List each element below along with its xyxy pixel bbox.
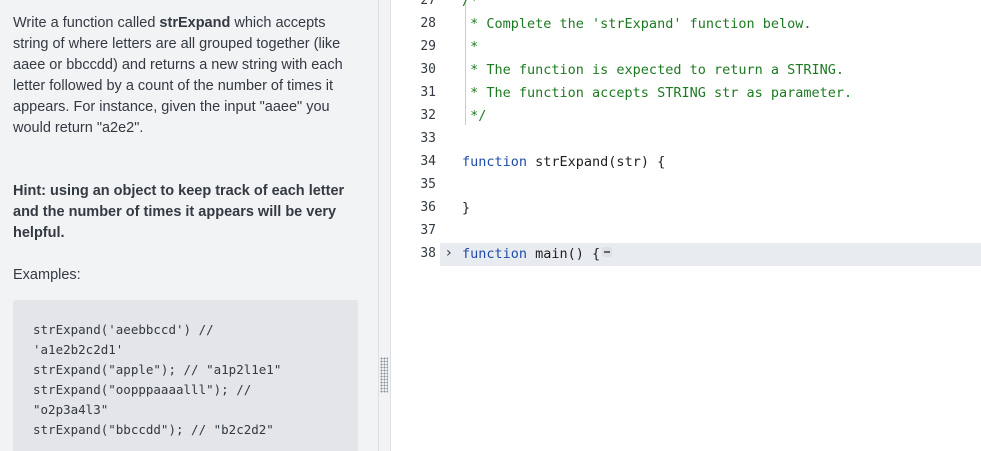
drag-handle-icon[interactable]	[380, 357, 388, 393]
code-line[interactable]: 28 * Complete the 'strExpand' function b…	[391, 13, 981, 36]
code-text: */	[462, 108, 487, 124]
line-number: 31	[420, 85, 436, 100]
description-text-continued: which accepts string of where letters ar…	[13, 15, 343, 136]
code-text: * The function accepts STRING str as par…	[462, 85, 853, 101]
code-line[interactable]: 37	[391, 220, 981, 243]
line-number: 34	[420, 154, 436, 169]
problem-description: Write a function called strExpand which …	[13, 13, 363, 139]
examples-code-block: strExpand('aeebbccd') // 'a1e2b2c2d1' st…	[13, 300, 358, 451]
line-number: 28	[420, 16, 436, 31]
keyword: function	[462, 246, 528, 262]
code-line[interactable]: 32 */	[391, 105, 981, 128]
code-text: * The function is expected to return a S…	[462, 62, 845, 78]
code-line[interactable]: 34 function strExpand(str) {	[391, 151, 981, 174]
example-line: strExpand('aeebbccd') //	[33, 322, 214, 337]
hint-text: Hint: using an object to keep track of e…	[13, 183, 345, 241]
example-line: strExpand("apple"); // "a1p2l1e1"	[33, 362, 282, 377]
line-number: 38	[420, 246, 436, 261]
instructions-panel: Write a function called strExpand which …	[0, 0, 379, 451]
code-line[interactable]: 30 * The function is expected to return …	[391, 59, 981, 82]
line-number: 32	[420, 108, 436, 123]
example-line: 'a1e2b2c2d1'	[33, 342, 124, 357]
example-line: strExpand("oopppaaaalll"); //	[33, 382, 252, 397]
keyword: function	[462, 154, 528, 170]
code-rest: main() {	[527, 246, 601, 262]
line-number: 30	[420, 62, 436, 77]
code-line[interactable]: 33	[391, 128, 981, 151]
code-line[interactable]: 29 *	[391, 36, 981, 59]
code-line[interactable]: 27 /*	[391, 0, 981, 13]
code-rest: strExpand(str) {	[527, 154, 666, 170]
code-text: }	[462, 200, 471, 216]
line-number: 29	[420, 39, 436, 54]
function-name: strExpand	[159, 15, 231, 31]
examples-label: Examples:	[13, 267, 81, 283]
panel-splitter[interactable]	[379, 0, 391, 451]
line-number: 37	[420, 223, 436, 238]
line-number: 35	[420, 177, 436, 192]
code-text: *	[462, 39, 479, 55]
code-text: /*	[462, 0, 479, 9]
code-text: * Complete the 'strExpand' function belo…	[462, 16, 812, 32]
example-line: "o2p3a4l3"	[33, 402, 109, 417]
fold-chevron-icon[interactable]: ›	[446, 245, 452, 261]
code-text: function main() {	[462, 246, 613, 262]
code-line[interactable]: 31 * The function accepts STRING str as …	[391, 82, 981, 105]
line-number: 36	[420, 200, 436, 215]
example-line: strExpand("bbccdd"); // "b2c2d2"	[33, 422, 274, 437]
line-number: 33	[420, 131, 436, 146]
code-text: function strExpand(str) {	[462, 154, 665, 170]
code-line-active[interactable]: 38 › function main() {	[420, 243, 981, 266]
line-number: 27	[420, 0, 436, 8]
code-line[interactable]: 36 }	[391, 197, 981, 220]
code-line[interactable]: 35	[391, 174, 981, 197]
folded-code-ellipsis-icon[interactable]	[602, 247, 613, 257]
code-editor[interactable]: 27 /* 28 * Complete the 'strExpand' func…	[391, 0, 981, 451]
description-text: Write a function called	[13, 15, 160, 31]
